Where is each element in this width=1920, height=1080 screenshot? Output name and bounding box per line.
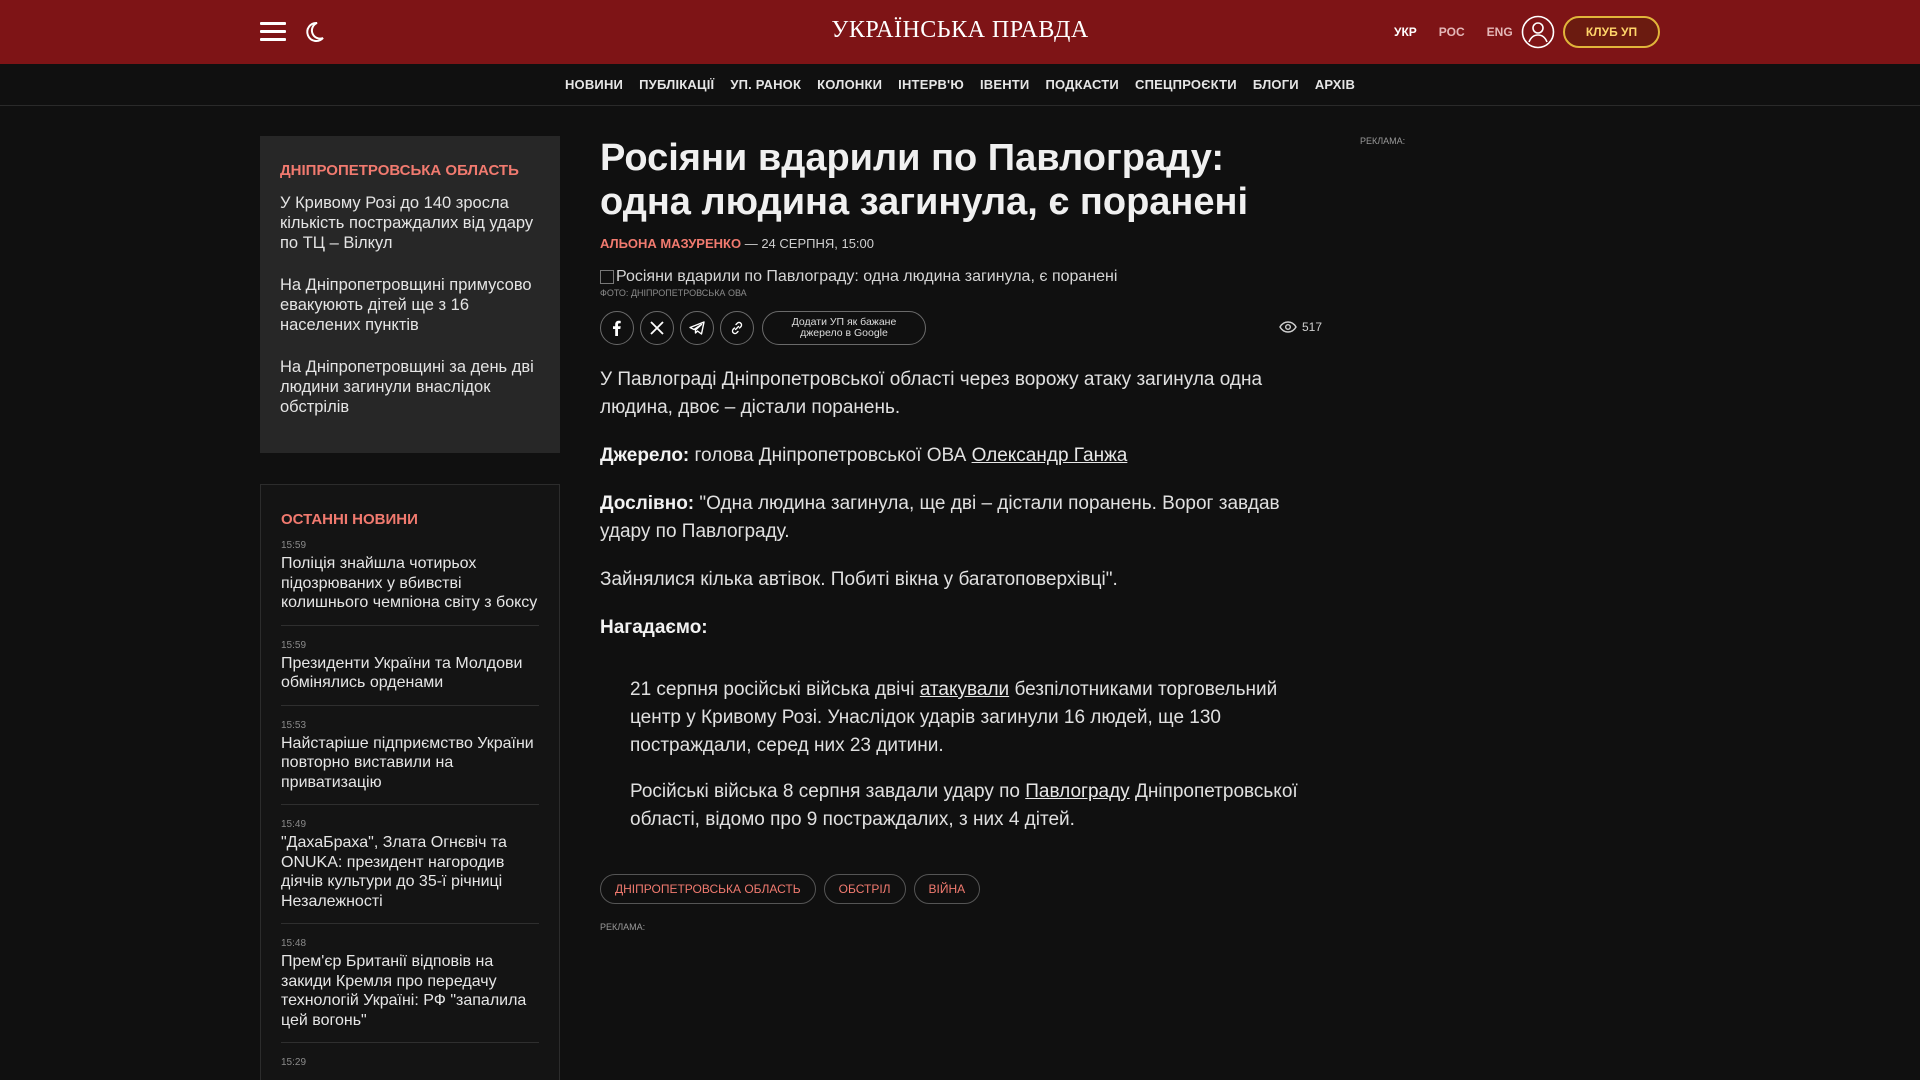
article: Росіяни вдарили по Павлограду: одна люди… (600, 136, 1322, 932)
nav-publications[interactable]: ПУБЛІКАЦІЇ (639, 77, 714, 92)
latest-news-item[interactable]: 15:49 "ДахаБраха", Злата Огнєвіч та ONUK… (281, 819, 539, 924)
latest-news-item[interactable]: 15:29 (281, 1057, 539, 1080)
views-count: 517 (1301, 320, 1322, 334)
publish-date: 24 СЕРПНЯ, 15:00 (761, 236, 874, 251)
google-preferred-source-button[interactable]: Додати УП як бажане джерело в Google (762, 311, 926, 345)
right-ad-label: РЕКЛАМА: (1360, 136, 1406, 146)
nav-morning[interactable]: УП. РАНОК (730, 77, 801, 92)
main-nav: НОВИНИ ПУБЛІКАЦІЇ УП. РАНОК КОЛОНКИ ІНТЕ… (0, 64, 1920, 106)
share-facebook-button[interactable] (600, 311, 634, 345)
reminder-link[interactable]: Павлограду (1025, 781, 1129, 802)
share-x-button[interactable] (640, 311, 674, 345)
nav-events[interactable]: ІВЕНТИ (980, 77, 1030, 92)
tag-shelling[interactable]: ОБСТРІЛ (823, 874, 906, 904)
source-link[interactable]: Олександр Ганжа (972, 445, 1128, 466)
share-bar: Додати УП як бажане джерело в Google 517 (600, 310, 1322, 346)
news-time: 15:59 (281, 540, 307, 551)
nav-news[interactable]: НОВИНИ (565, 77, 623, 92)
quote-text: "Одна людина загинула, ще дві – дістали … (600, 493, 1280, 542)
latest-news-item[interactable]: 15:48 Прем'єр Британії відповів на закид… (281, 938, 539, 1043)
region-news-box: ДНІПРОПЕТРОВСЬКА ОБЛАСТЬ У Кривому Розі … (260, 136, 560, 453)
news-headline[interactable]: Поліція знайшла чотирьох підозрюваних у … (281, 554, 539, 613)
site-logo[interactable]: УКРАЇНСЬКА ПРАВДА (760, 17, 1160, 44)
news-headline[interactable]: Прем'єр Британії відповів на закиди Крем… (281, 952, 539, 1030)
reminder-link[interactable]: атакували (920, 679, 1009, 700)
news-time: 15:53 (281, 719, 307, 731)
region-news-item[interactable]: У Кривому Розі до 140 зросла кількість п… (280, 193, 540, 253)
top-bar: УКРАЇНСЬКА ПРАВДА УКР РОС ENG КЛУБ УП (0, 0, 1920, 64)
news-headline[interactable]: Найстаріше підприємство України повторно… (281, 734, 539, 793)
nav-blogs[interactable]: БЛОГИ (1253, 77, 1299, 92)
latest-news-item[interactable]: 15:59 Поліція знайшла чотирьох підозрюва… (281, 540, 539, 626)
reminder-item: 21 серпня російські війська двічі атакув… (630, 676, 1322, 760)
latest-news-title[interactable]: ОСТАННІ НОВИНИ (281, 511, 539, 528)
news-headline[interactable]: Президенти України та Молдови обмінялись… (281, 654, 539, 693)
paragraph: У Павлограді Дніпропетровської області ч… (600, 369, 1263, 418)
quote-paragraph: Дослівно: "Одна людина загинула, ще дві … (600, 490, 1322, 546)
source-paragraph: Джерело: голова Дніпропетровської ОВА Ол… (600, 442, 1322, 470)
copy-link-button[interactable] (720, 311, 754, 345)
region-news-item[interactable]: На Дніпропетровщині за день дві людини з… (280, 357, 540, 417)
tag-war[interactable]: ВІЙНА (913, 874, 981, 904)
nav-specprojects[interactable]: СПЕЦПРОЄКТИ (1135, 77, 1237, 92)
latest-news-item[interactable]: 15:59 Президенти України та Молдови обмі… (281, 640, 539, 706)
lang-ros[interactable]: РОС (1439, 25, 1465, 39)
language-switcher: УКР РОС ENG (1394, 25, 1513, 39)
news-time: 15:29 (281, 1057, 307, 1068)
eye-icon (1279, 321, 1297, 333)
reminder-text: 21 серпня російські війська двічі (630, 679, 920, 700)
reminder-text: Російські війська 8 серпня завдали удару… (630, 781, 1026, 802)
club-button[interactable]: КЛУБ УП (1563, 16, 1660, 48)
menu-icon[interactable] (260, 22, 286, 42)
lang-eng[interactable]: ENG (1487, 25, 1513, 39)
source-text: голова Дніпропетровської ОВА (689, 445, 972, 466)
facebook-icon (613, 320, 621, 336)
news-time: 15:48 (281, 938, 307, 949)
broken-image-icon (600, 270, 614, 284)
tag-region[interactable]: ДНІПРОПЕТРОВСЬКА ОБЛАСТЬ (600, 874, 816, 904)
region-title[interactable]: ДНІПРОПЕТРОВСЬКА ОБЛАСТЬ (280, 162, 540, 179)
news-time: 15:49 (281, 819, 307, 830)
byline-separator: — (741, 236, 762, 251)
source-label: Джерело: (600, 445, 690, 466)
article-headline: Росіяни вдарили по Павлограду: одна люди… (600, 137, 1249, 223)
reminder-item: Російські війська 8 серпня завдали удару… (630, 778, 1322, 834)
views-counter: 517 (1279, 320, 1322, 334)
x-icon (650, 321, 664, 335)
photo-credit: ФОТО: ДНІПРОПЕТРОВСЬКА ОВА (600, 288, 747, 298)
author-link[interactable]: АЛЬОНА МАЗУРЕНКО (600, 236, 741, 251)
quote-label: Дослівно: (600, 493, 695, 514)
article-photo: Росіяни вдарили по Павлограду: одна люди… (600, 268, 1322, 286)
latest-news-item[interactable]: 15:53 Найстаріше підприємство України по… (281, 719, 539, 805)
nav-columns[interactable]: КОЛОНКИ (817, 77, 882, 92)
reminder-paragraph: Нагадаємо: (600, 614, 1322, 642)
link-icon (731, 321, 743, 335)
nav-podcasts[interactable]: ПОДКАСТИ (1045, 77, 1119, 92)
share-telegram-button[interactable] (680, 311, 714, 345)
lang-ukr[interactable]: УКР (1394, 25, 1417, 39)
telegram-icon (689, 321, 705, 335)
article-tags: ДНІПРОПЕТРОВСЬКА ОБЛАСТЬ ОБСТРІЛ ВІЙНА (600, 874, 1322, 904)
nav-archive[interactable]: АРХІВ (1315, 77, 1355, 92)
byline: АЛЬОНА МАЗУРЕНКО — 24 СЕРПНЯ, 15:00 (600, 236, 1322, 251)
ad-label: РЕКЛАМА: (600, 922, 646, 932)
latest-news-box: ОСТАННІ НОВИНИ 15:59 Поліція знайшла чот… (260, 484, 560, 1080)
photo-alt-text: Росіяни вдарили по Павлограду: одна люди… (616, 268, 1118, 285)
dark-mode-icon[interactable] (302, 20, 326, 44)
news-headline[interactable]: "ДахаБраха", Злата Огнєвіч та ONUKA: пре… (281, 833, 539, 911)
nav-interview[interactable]: ІНТЕРВ'Ю (898, 77, 964, 92)
paragraph: Зайнялися кілька автівок. Побиті вікна у… (600, 569, 1118, 590)
user-icon[interactable] (1521, 15, 1555, 49)
news-time: 15:59 (281, 639, 307, 651)
reminder-label: Нагадаємо: (600, 617, 708, 638)
region-news-item[interactable]: На Дніпропетровщині примусово евакуюють … (280, 275, 540, 335)
reminder-block: 21 серпня російські війська двічі атакув… (600, 676, 1322, 834)
article-body: У Павлограді Дніпропетровської області ч… (600, 366, 1322, 834)
